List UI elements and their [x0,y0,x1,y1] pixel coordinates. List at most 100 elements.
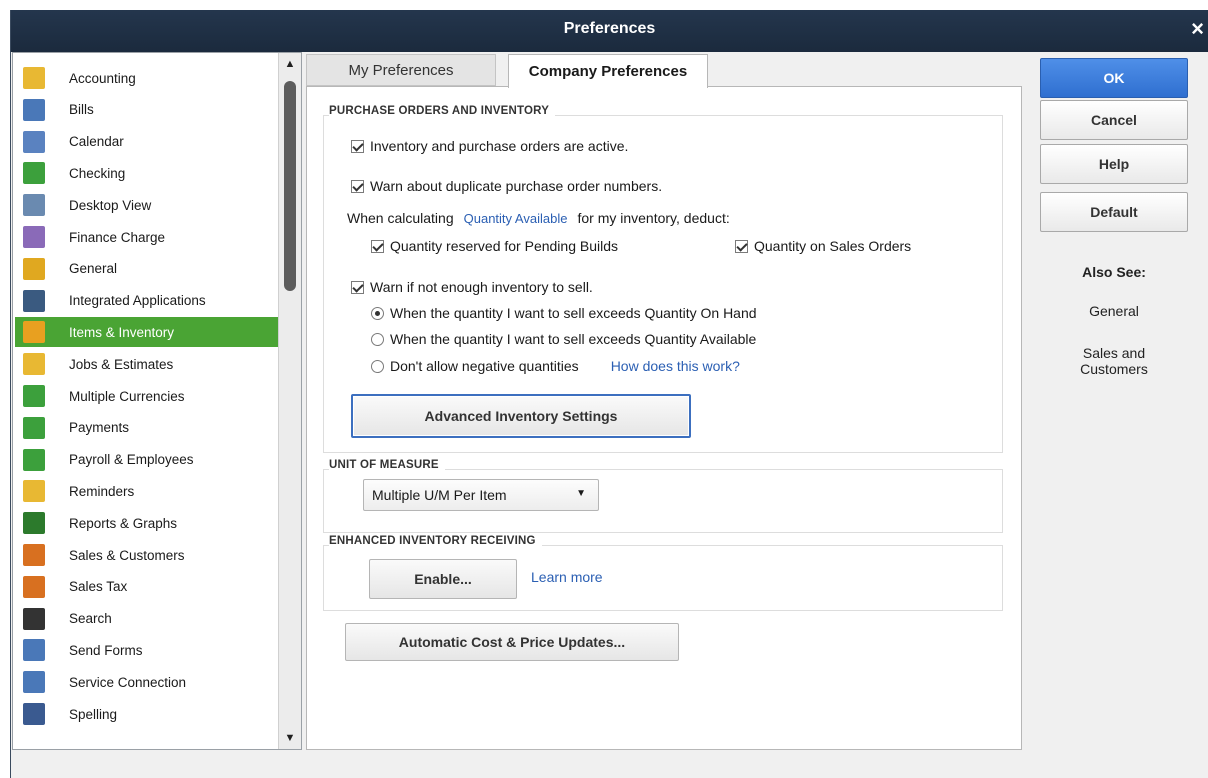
no-negative-label: Don't allow negative quantities [390,358,579,374]
sidebar-item[interactable]: Bills [15,95,279,125]
reserved-builds-label: Quantity reserved for Pending Builds [390,238,619,254]
sidebar-item-label: Reminders [69,483,135,499]
sidebar-item[interactable]: Send Forms [15,635,279,665]
scroll-down-arrow-icon[interactable]: ▼ [279,729,301,747]
sidebar-item[interactable]: Reminders [15,476,279,506]
sidebar-item-label: Service Connection [69,674,187,690]
also-see-heading: Also See: [1082,264,1146,280]
sidebar-item[interactable]: General [15,254,279,284]
sidebar-item[interactable]: Service Connection [15,667,279,697]
scroll-thumb[interactable] [284,81,296,291]
sidebar-item[interactable]: Sales & Customers [15,540,279,570]
ok-button[interactable]: OK [1040,58,1188,98]
multiple-currencies-icon [23,385,45,407]
sidebar-item-label: Finance Charge [69,229,166,245]
sales-customers-icon [23,544,45,566]
checking-icon [23,162,45,185]
reserved-builds-row: Quantity reserved for Pending Builds [371,238,618,254]
general-icon [23,257,45,280]
warn-duplicate-checkbox[interactable] [351,179,364,193]
sidebar-item[interactable]: Payments [15,413,279,443]
inventory-active-label: Inventory and purchase orders are active… [370,138,629,154]
sales-orders-checkbox[interactable] [735,239,748,253]
integrated-applications-icon [23,289,45,312]
also-see-sales-customers-link[interactable]: Sales and Customers [1040,345,1188,377]
sidebar-item[interactable]: Payroll & Employees [15,445,279,475]
enable-button[interactable]: Enable... [369,559,517,599]
calc-prefix-text: When calculating [347,210,454,226]
close-icon[interactable]: × [1191,16,1204,42]
scroll-up-arrow-icon[interactable]: ▲ [279,55,301,73]
how-does-this-work-link[interactable]: How does this work? [611,358,740,374]
accounting-icon [23,67,45,89]
sidebar-item[interactable]: Checking [15,158,279,188]
quantity-available-link[interactable]: Quantity Available [464,211,568,226]
cancel-button[interactable]: Cancel [1040,100,1188,140]
category-items: Accounting Bills Calendar Checking Desktop V… [13,53,279,749]
sidebar-item[interactable]: Finance Charge [15,222,279,252]
warn-duplicate-row: Warn about duplicate purchase order numb… [351,178,662,194]
payroll-employees-icon [23,448,45,471]
default-button[interactable]: Default [1040,192,1188,232]
sidebar-item[interactable]: Jobs & Estimates [15,349,279,379]
sidebar-item[interactable]: Multiple Currencies [15,381,279,411]
category-scrollbar[interactable]: ▲ ▼ [278,53,301,749]
warn-not-enough-checkbox[interactable] [351,280,364,294]
sales-tax-icon [23,575,45,598]
company-preferences-panel: PURCHASE ORDERS AND INVENTORY Inventory … [306,86,1022,750]
tab-company-preferences[interactable]: Company Preferences [508,54,708,88]
calendar-icon [23,130,45,153]
sales-orders-label: Quantity on Sales Orders [754,238,912,254]
sidebar-item-label: Sales & Customers [69,547,185,563]
also-see-general-link[interactable]: General [1040,303,1188,319]
warn-not-enough-label: Warn if not enough inventory to sell. [370,279,593,295]
jobs-estimates-icon [23,353,45,376]
automatic-cost-price-updates-button[interactable]: Automatic Cost & Price Updates... [345,623,679,661]
sidebar-item-label: Desktop View [69,197,152,213]
calc-suffix-text: for my inventory, deduct: [577,210,730,226]
sidebar-item[interactable]: Calendar [15,127,279,157]
radio-on-hand-row: When the quantity I want to sell exceeds… [371,305,757,321]
chevron-down-icon: ▼ [576,488,586,499]
warn-duplicate-label: Warn about duplicate purchase order numb… [370,178,663,194]
sidebar-item-label: Items & Inventory [69,324,175,340]
sidebar-item-label: Search [69,611,112,627]
sidebar-item[interactable]: Reports & Graphs [15,508,279,538]
items-inventory-icon [23,321,45,344]
sidebar-item[interactable]: Sales Tax [15,572,279,602]
tab-my-preferences[interactable]: My Preferences [306,54,496,86]
inventory-active-checkbox[interactable] [351,139,364,153]
learn-more-link[interactable]: Learn more [531,569,603,585]
radio-available-row: When the quantity I want to sell exceeds… [371,331,756,347]
sidebar-item[interactable]: Desktop View [15,190,279,220]
sidebar-item[interactable]: Spelling [15,699,279,729]
enhanced-receiving-section-title: ENHANCED INVENTORY RECEIVING [329,535,542,547]
unit-of-measure-select[interactable]: Multiple U/M Per Item ▼ [363,479,599,511]
purchase-orders-section-title: PURCHASE ORDERS AND INVENTORY [329,105,556,117]
warn-not-enough-row: Warn if not enough inventory to sell. [351,279,593,295]
sidebar-item-label: Spelling [69,706,118,722]
sidebar-item[interactable]: Accounting [15,63,279,93]
finance-charge-icon [23,226,45,248]
search-icon [23,607,45,630]
sidebar-item-label: Jobs & Estimates [69,356,174,372]
help-button[interactable]: Help [1040,144,1188,184]
advanced-inventory-settings-button[interactable]: Advanced Inventory Settings [351,394,691,438]
title-bar: Preferences × [11,10,1208,52]
sidebar-item[interactable]: Search [15,604,279,634]
send-forms-icon [23,639,45,662]
reports-graphs-icon [23,512,45,535]
no-negative-radio[interactable] [371,359,384,373]
reserved-builds-checkbox[interactable] [371,239,384,253]
sidebar-item-label: Reports & Graphs [69,515,178,531]
inventory-active-row: Inventory and purchase orders are active… [351,138,628,154]
preferences-category-list: Accounting Bills Calendar Checking Desktop V… [12,52,302,750]
sidebar-item-label: Accounting [69,70,136,86]
sidebar-item[interactable]: Integrated Applications [15,286,279,316]
available-radio[interactable] [371,332,384,346]
sidebar-item-label: Multiple Currencies [69,388,185,404]
on-hand-radio[interactable] [371,306,384,320]
sidebar-item[interactable]: Items & Inventory [15,317,279,348]
sidebar-item-label: Checking [69,165,126,181]
service-connection-icon [23,671,45,694]
